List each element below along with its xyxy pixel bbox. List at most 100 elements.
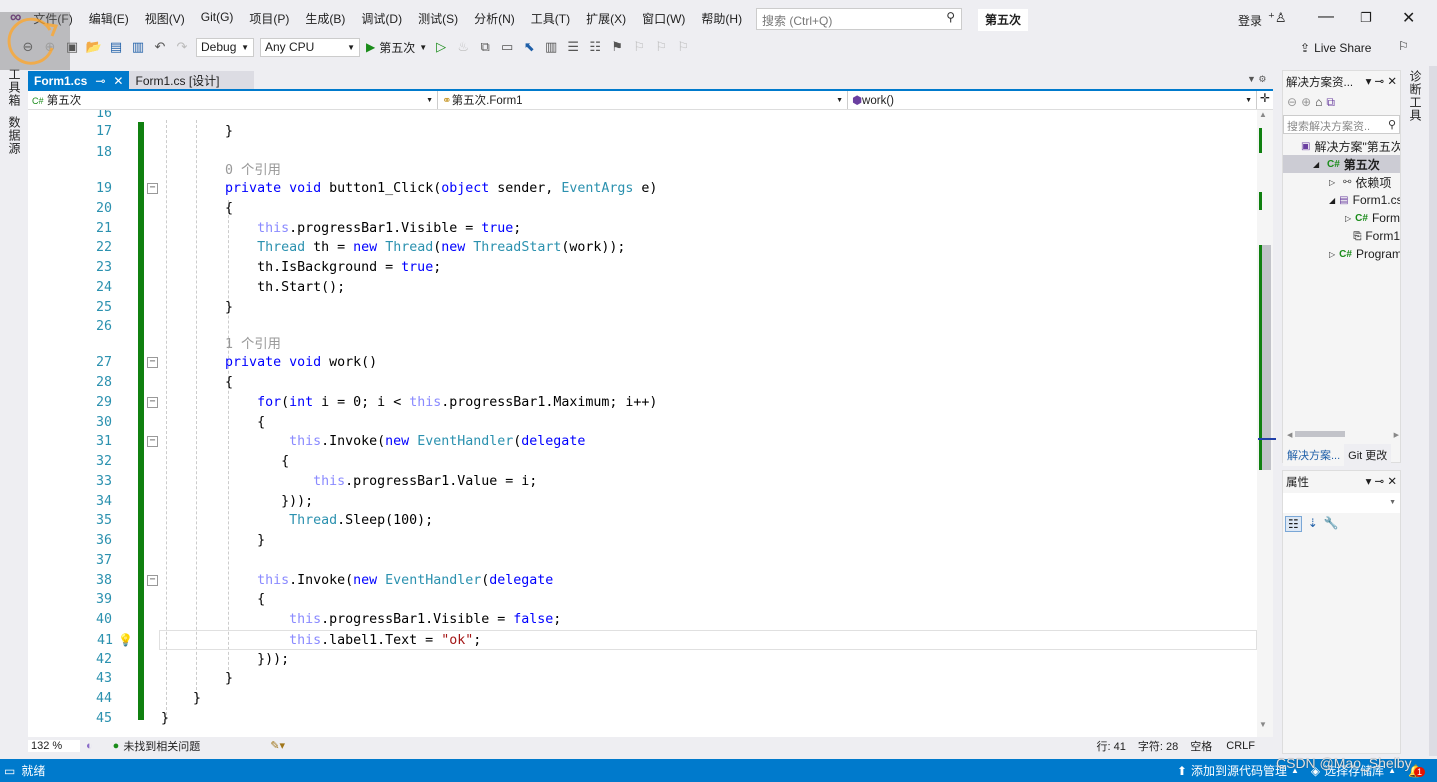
pointer-icon[interactable]: ⬉ [521, 39, 537, 55]
code-text[interactable]: Thread.Sleep(100); [161, 511, 433, 531]
line-indicator[interactable]: 行: 41 [1097, 738, 1126, 754]
split-icon[interactable]: ✛ [1257, 91, 1273, 109]
solution-tree-item[interactable]: ▷ C#Form1 [1283, 209, 1400, 227]
back-icon[interactable]: ⊖ [1287, 95, 1297, 110]
code-text[interactable]: { [161, 199, 233, 219]
search-input[interactable]: 搜索 (Ctrl+Q) ⚲ [756, 8, 962, 30]
code-text[interactable]: this.progressBar1.Value = i; [161, 472, 537, 492]
code-text[interactable]: Thread th = new Thread(new ThreadStart(w… [161, 238, 625, 258]
solution-tree-item[interactable]: ▷ C#Program.cs [1283, 245, 1400, 263]
code-text[interactable]: })); [161, 492, 313, 512]
code-text[interactable]: th.IsBackground = true; [161, 258, 441, 278]
solution-tree-item[interactable]: ▣ 解决方案"第五次" [1283, 137, 1400, 155]
solution-search-input[interactable]: 搜索解决方案资.. ⚲ [1283, 115, 1400, 134]
code-text[interactable]: this.progressBar1.Visible = true; [161, 219, 521, 239]
save-all-icon[interactable]: ▥ [130, 39, 146, 55]
code-text[interactable]: { [161, 590, 265, 610]
diagnostic-tools-tab[interactable]: 诊断工具 [1407, 70, 1424, 122]
code-text[interactable]: })); [161, 650, 289, 670]
code-text[interactable]: this.label1.Text = "ok"; [161, 631, 481, 651]
code-text[interactable]: } [161, 689, 201, 709]
undo-icon[interactable]: ↶ [152, 39, 168, 55]
menu-item[interactable]: 生成(B) [297, 10, 353, 27]
whitespace-indicator[interactable]: 空格 [1190, 738, 1212, 754]
menu-item[interactable]: 视图(V) [137, 10, 193, 27]
cleanup-icon[interactable]: ✎▾ [270, 739, 285, 752]
code-text[interactable]: } [161, 298, 233, 318]
bookmark-clear-icon[interactable]: ⚐ [675, 39, 691, 55]
solution-tree-item[interactable]: ◢ ▤ Form1.cs [1283, 191, 1400, 209]
start-button[interactable]: ▶ 第五次 ▼ [366, 39, 427, 56]
open-icon[interactable]: 📂 [86, 39, 102, 55]
project-dropdown[interactable]: C# 第五次 ▼ [28, 91, 438, 109]
home-icon[interactable]: ⌂ [1315, 95, 1322, 110]
member-dropdown[interactable]: ⬢work() ▼ [848, 91, 1257, 109]
pin-icon[interactable]: ⊸ [95, 74, 105, 88]
code-text[interactable]: for(int i = 0; i < this.progressBar1.Max… [161, 393, 657, 413]
platform-select[interactable]: Any CPU ▼ [260, 37, 360, 57]
hot-reload-icon[interactable]: ♨ [455, 39, 471, 55]
uncomment-icon[interactable]: ☷ [587, 39, 603, 55]
code-text[interactable]: private void button1_Click(object sender… [161, 179, 657, 199]
code-text[interactable]: } [161, 709, 169, 729]
zoom-select[interactable]: 132 % [28, 739, 80, 752]
panel-controls[interactable]: ▾ ⊸ ✕ [1366, 74, 1397, 90]
expander-icon[interactable]: ▷ [1329, 178, 1339, 187]
expander-icon[interactable]: ◢ [1329, 196, 1335, 205]
menu-item[interactable]: 工具(T) [523, 10, 578, 27]
collapse-toggle-icon[interactable]: − [147, 396, 158, 408]
collapse-toggle-icon[interactable]: − [147, 183, 158, 194]
redo-icon[interactable]: ↷ [174, 39, 190, 55]
menu-item[interactable]: 测试(S) [410, 10, 466, 27]
horizontal-scrollbar[interactable]: ◀ ▶ [1287, 431, 1399, 439]
menu-item[interactable]: 调试(D) [353, 10, 410, 27]
configuration-select[interactable]: Debug ▼ [196, 37, 254, 57]
forward-icon[interactable]: ⊕ [1301, 95, 1311, 110]
menu-item[interactable]: 窗口(W) [634, 10, 693, 27]
tab-solution-explorer[interactable]: 解决方案... [1283, 444, 1345, 466]
code-text[interactable]: { [161, 413, 265, 433]
bookmark-prev-icon[interactable]: ⚐ [631, 39, 647, 55]
layout-icon[interactable]: ▭ [499, 39, 515, 55]
lightbulb-icon[interactable]: 💡 [118, 630, 133, 650]
account-add-icon[interactable]: ⁺♙ [1268, 10, 1287, 26]
collapse-toggle-icon[interactable]: − [147, 574, 158, 586]
eol-indicator[interactable]: CRLF [1226, 740, 1255, 752]
expander-icon[interactable]: ▷ [1329, 250, 1335, 259]
solution-tree-item[interactable]: ▷ ⚯ 依赖项 [1283, 173, 1400, 191]
comment-icon[interactable]: ☰ [565, 39, 581, 55]
datasource-tab[interactable]: 数据源 [6, 116, 23, 155]
issues-status[interactable]: 未找到相关问题 [123, 738, 200, 754]
property-pages-icon[interactable]: 🔧 [1324, 516, 1339, 532]
switch-view-icon[interactable]: ⧉ [1326, 95, 1335, 110]
object-select[interactable]: ▼ [1283, 493, 1400, 513]
code-editor[interactable]: 16 17 } 18 0 个引用 19 private void button1_Cl… [28, 110, 1273, 737]
code-text[interactable]: this.Invoke(new EventHandler(delegate [161, 571, 553, 591]
expander-icon[interactable]: ◢ [1313, 160, 1323, 169]
categorized-icon[interactable]: ☷ [1285, 516, 1302, 532]
code-text[interactable]: private void work() [161, 353, 377, 373]
menu-item[interactable]: 项目(P) [241, 10, 297, 27]
code-text[interactable]: { [161, 452, 289, 472]
menu-item[interactable]: 分析(N) [466, 10, 523, 27]
close-button[interactable]: ✕ [1402, 8, 1415, 28]
start-without-debug-icon[interactable]: ▷ [433, 39, 449, 55]
live-share-button[interactable]: ⇪ Live Share [1300, 41, 1371, 55]
menu-item[interactable]: Git(G) [193, 10, 242, 27]
panel-controls[interactable]: ▾ ⊸ ✕ [1366, 474, 1397, 490]
bookmark-next-icon[interactable]: ⚐ [653, 39, 669, 55]
close-tab-icon[interactable]: ✕ [113, 74, 123, 88]
code-text[interactable]: this.Invoke(new EventHandler(delegate [161, 432, 585, 452]
class-dropdown[interactable]: ⚭第五次.Form1 ▼ [438, 91, 848, 109]
alphabetical-icon[interactable]: ⇣ [1308, 516, 1318, 532]
feedback-icon[interactable]: ⚐ [1398, 39, 1409, 53]
menu-item[interactable]: 帮助(H) [693, 10, 750, 27]
save-icon[interactable]: ▤ [108, 39, 124, 55]
code-text[interactable]: } [161, 531, 265, 551]
toolbox-tab[interactable]: 工具箱 [6, 68, 23, 107]
code-text[interactable]: th.Start(); [161, 278, 345, 298]
tab-git-changes[interactable]: Git 更改 [1344, 444, 1392, 466]
tab-form1-designer[interactable]: Form1.cs [设计] [129, 71, 255, 90]
collapse-toggle-icon[interactable]: − [147, 436, 158, 448]
columns-icon[interactable]: ▥ [543, 39, 559, 55]
